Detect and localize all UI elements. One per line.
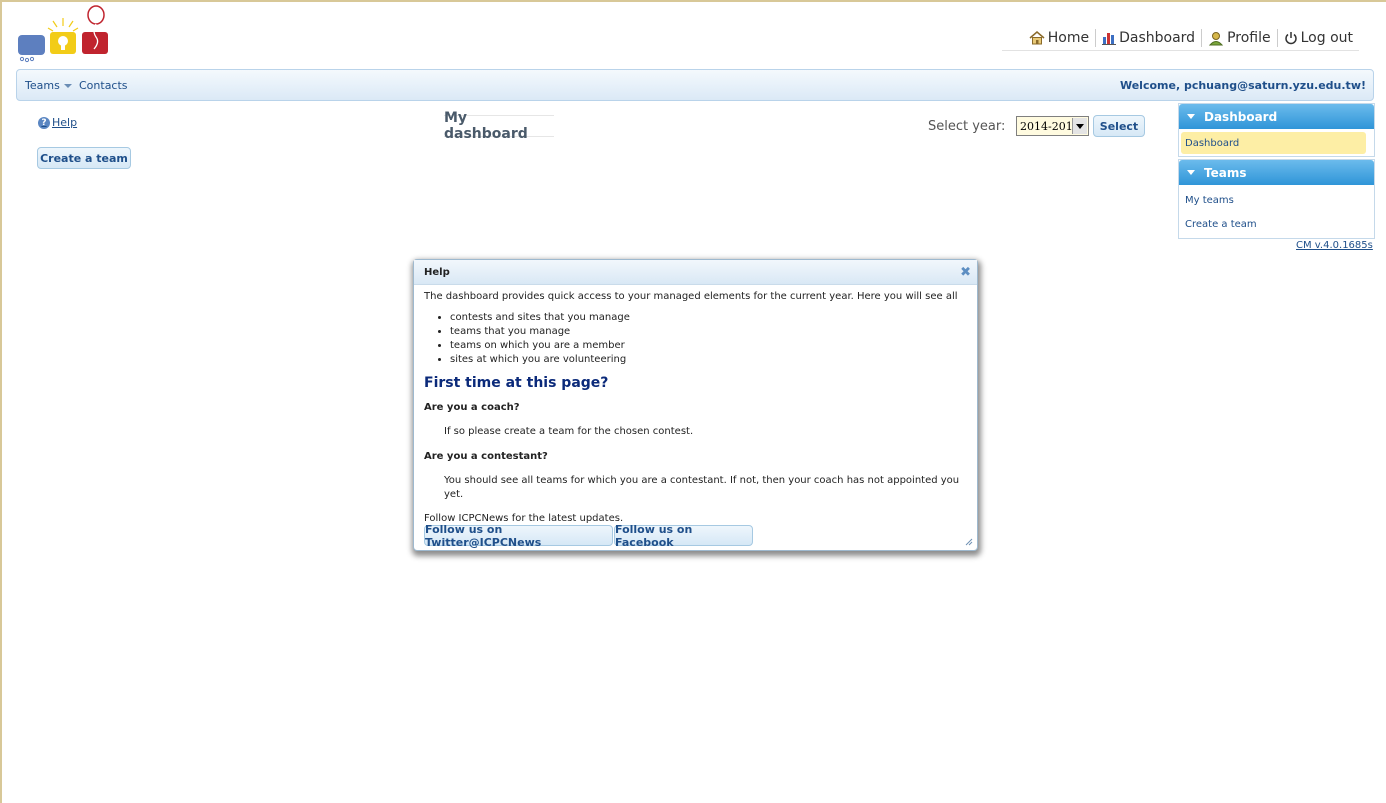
menu-contacts[interactable]: Contacts — [79, 79, 128, 92]
menu-contacts-label: Contacts — [79, 79, 128, 92]
dialog-content: The dashboard provides quick access to y… — [424, 290, 967, 526]
contestant-answer: You should see all teams for which you a… — [444, 475, 960, 500]
menu-teams-label: Teams — [25, 79, 60, 92]
power-icon — [1284, 32, 1297, 45]
profile-label: Profile — [1227, 30, 1271, 46]
triangle-down-icon — [1187, 114, 1195, 119]
sidebar-teams-panel: Teams My teams Create a team — [1178, 159, 1375, 239]
dialog-title: Help — [424, 266, 450, 278]
sidebar-item-my-teams[interactable]: My teams — [1179, 188, 1374, 212]
sidebar-item-create-team[interactable]: Create a team — [1179, 212, 1374, 236]
dialog-heading: First time at this page? — [424, 375, 609, 391]
help-icon: ? — [38, 116, 50, 129]
close-icon[interactable]: ✖ — [960, 265, 971, 280]
resize-handle-icon[interactable] — [965, 538, 973, 546]
dashboard-link[interactable]: Dashboard — [1096, 30, 1201, 46]
list-item: teams that you manage — [450, 325, 967, 339]
sidebar-teams-header-label: Teams — [1204, 165, 1247, 180]
home-icon — [1029, 31, 1045, 45]
contestant-question: Are you a contestant? — [424, 451, 548, 462]
menu-teams[interactable]: Teams — [25, 79, 72, 92]
sidebar-dashboard-header[interactable]: Dashboard — [1179, 104, 1374, 129]
triangle-down-icon — [1187, 170, 1195, 175]
list-item: sites at which you are volunteering — [450, 353, 967, 367]
sidebar-dashboard-header-label: Dashboard — [1204, 109, 1278, 124]
create-team-button[interactable]: Create a team — [37, 147, 131, 169]
dialog-intro: The dashboard provides quick access to y… — [424, 291, 958, 302]
list-item: teams on which you are a member — [450, 339, 967, 353]
sidebar-item-dashboard[interactable]: Dashboard — [1181, 132, 1366, 154]
year-label: Select year: — [928, 119, 1006, 134]
home-label: Home — [1047, 30, 1090, 46]
help-link-label: Help — [52, 116, 78, 129]
dashboard-label: Dashboard — [1119, 30, 1196, 46]
sidebar-dashboard-panel: Dashboard Dashboard — [1178, 103, 1375, 157]
welcome-message: Welcome, pchuang@saturn.yzu.edu.tw! — [1119, 79, 1366, 92]
select-year-button[interactable]: Select — [1093, 115, 1145, 137]
coach-answer: If so please create a team for the chose… — [444, 426, 694, 437]
list-item: contests and sites that you manage — [450, 311, 967, 325]
bar-chart-icon — [1102, 33, 1117, 45]
home-link[interactable]: Home — [1023, 30, 1095, 46]
facebook-follow-button[interactable]: Follow us on Facebook — [614, 523, 753, 549]
dialog-titlebar[interactable]: Help — [414, 260, 977, 285]
sidebar-teams-header[interactable]: Teams — [1179, 160, 1374, 185]
main-menu-bar: Teams Contacts Welcome, pchuang@saturn.y… — [16, 69, 1374, 101]
dialog-bullet-list: contests and sites that you manage teams… — [450, 311, 967, 367]
twitter-follow-button[interactable]: Follow us on Twitter@ICPCNews — [424, 523, 613, 549]
page-title: My dashboard — [444, 110, 554, 142]
coach-question: Are you a coach? — [424, 402, 520, 413]
site-logo[interactable] — [16, 4, 112, 64]
year-select[interactable]: 2014-2015 — [1016, 116, 1089, 136]
help-dialog: Help ✖ The dashboard provides quick acce… — [413, 259, 978, 551]
logout-label: Log out — [1300, 30, 1353, 46]
profile-link[interactable]: Profile — [1202, 30, 1277, 46]
version-link[interactable]: CM v.4.0.1685s — [1296, 240, 1373, 251]
top-navigation: Home Dashboard Profile Log out — [1002, 26, 1359, 51]
chevron-down-icon — [63, 84, 72, 88]
user-icon — [1208, 31, 1224, 45]
logout-link[interactable]: Log out — [1278, 30, 1359, 46]
chevron-down-icon — [1072, 118, 1087, 134]
year-select-value: 2014-2015 — [1020, 119, 1080, 133]
help-link[interactable]: ? Help — [38, 116, 77, 129]
